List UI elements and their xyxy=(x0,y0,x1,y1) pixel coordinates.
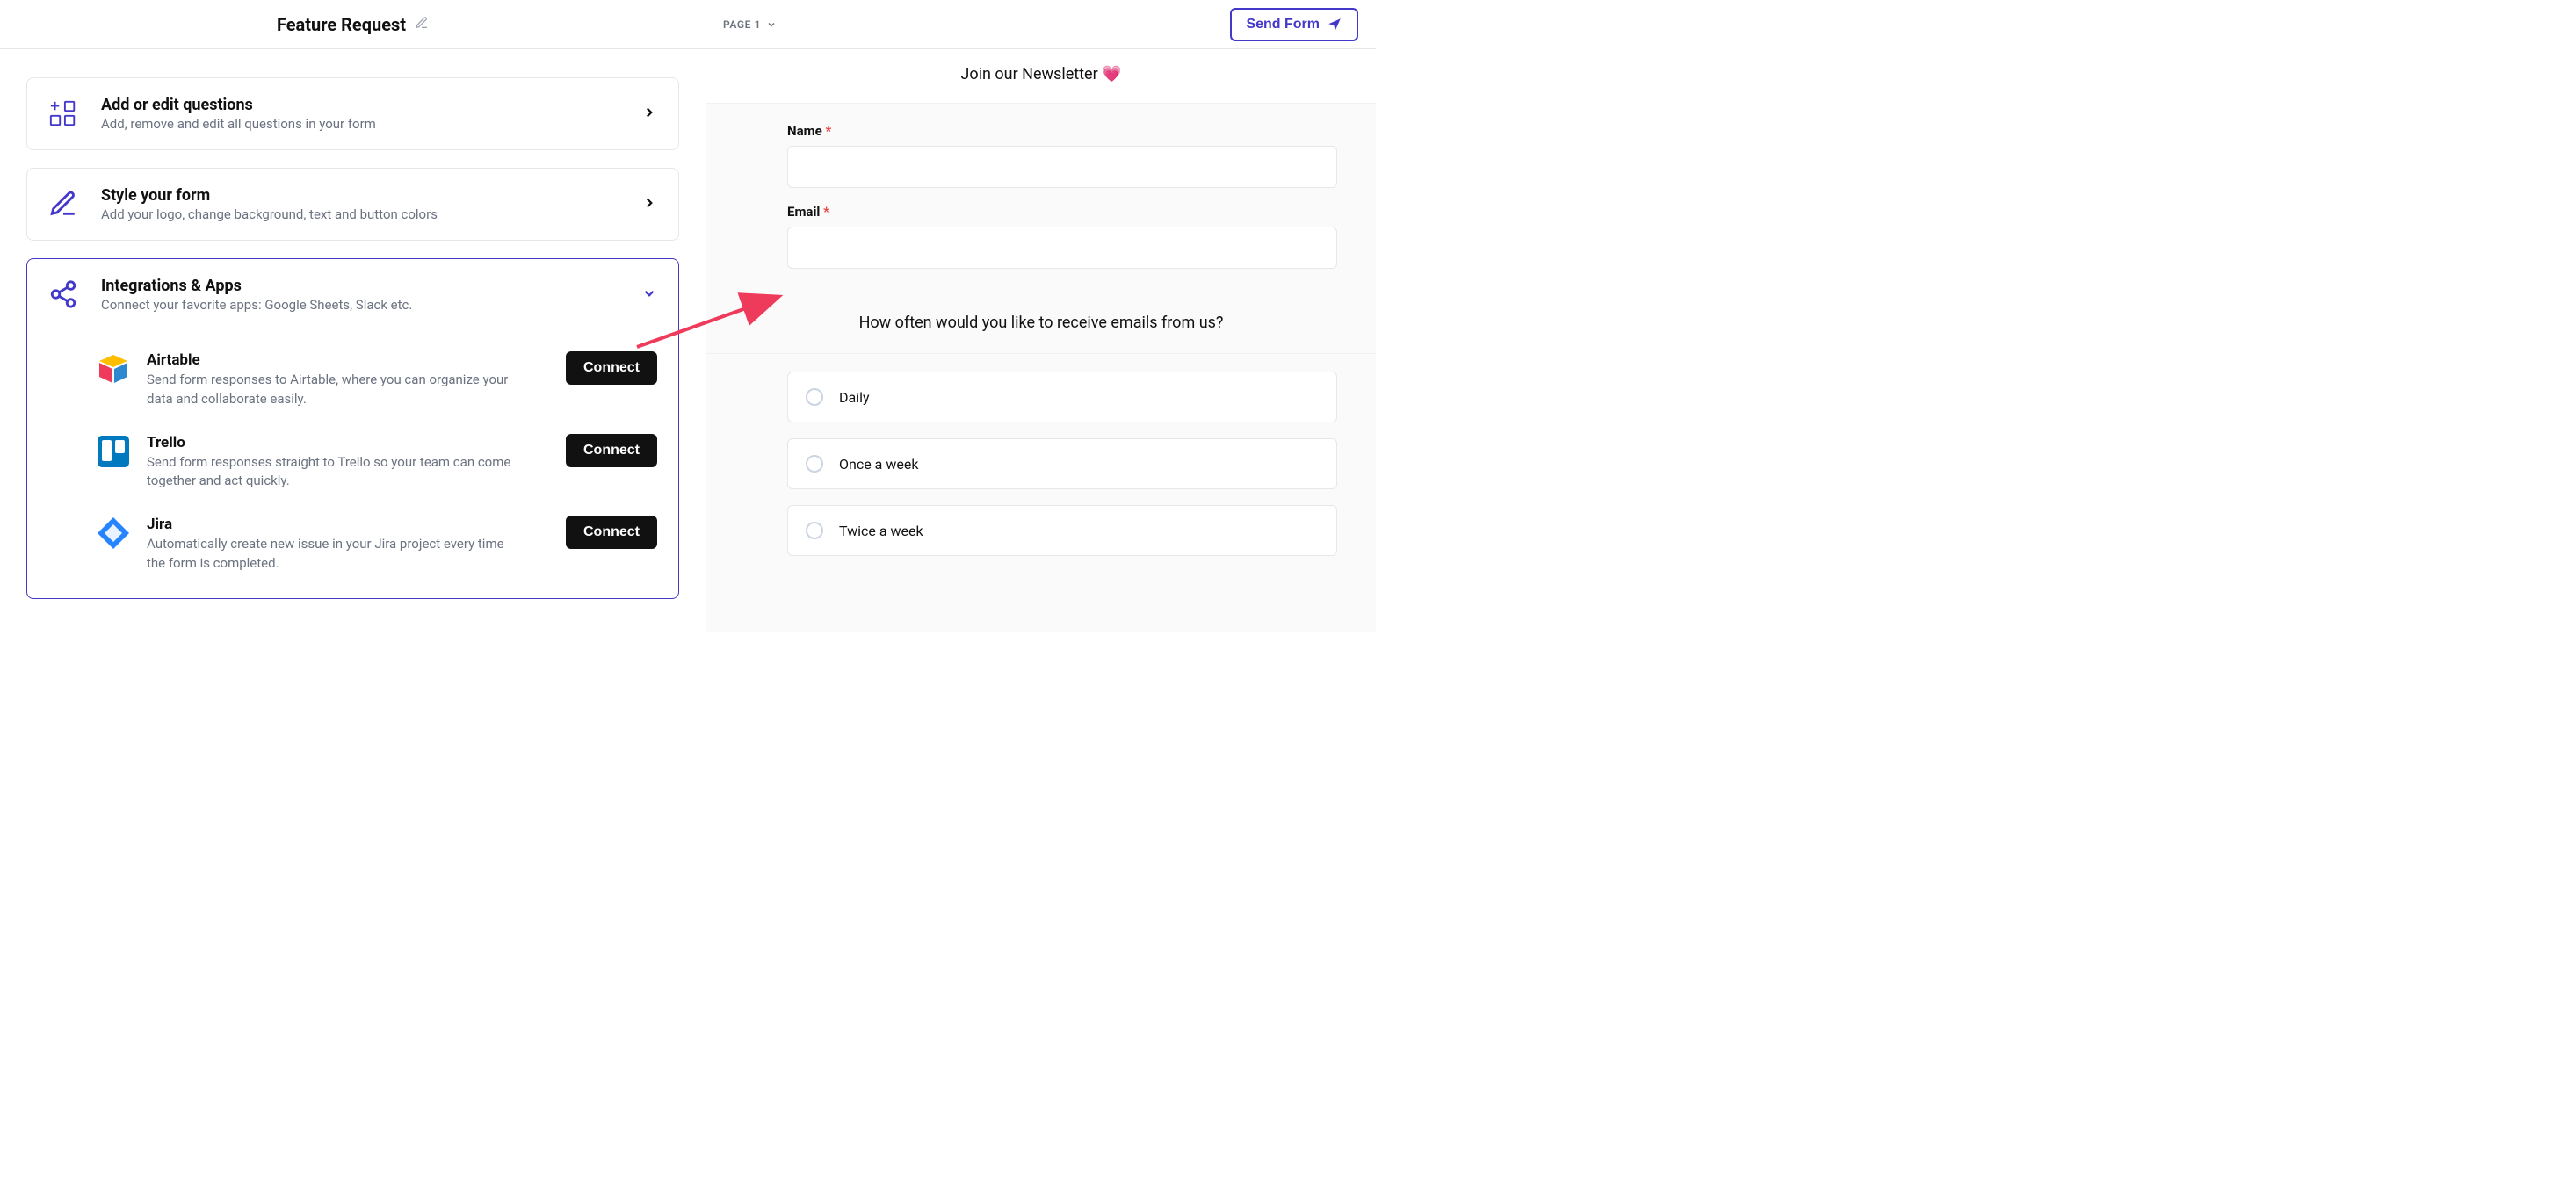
trello-icon xyxy=(96,434,131,469)
chevron-right-icon xyxy=(641,105,657,124)
preview-pane: Join our Newsletter 💗 Name * Email * How… xyxy=(706,49,1376,632)
form-heading: Join our Newsletter 💗 xyxy=(706,49,1376,104)
option-daily[interactable]: Daily xyxy=(787,372,1337,422)
integration-description: Send form responses straight to Trello s… xyxy=(147,453,525,492)
card-subtitle: Connect your favorite apps: Google Sheet… xyxy=(101,297,620,313)
edit-title-icon[interactable] xyxy=(415,16,429,33)
option-label: Twice a week xyxy=(839,523,923,539)
page-title[interactable]: Feature Request xyxy=(277,14,406,35)
integration-name: Airtable xyxy=(147,351,550,369)
style-form-icon xyxy=(48,189,80,220)
radio-icon xyxy=(806,388,823,406)
card-add-questions[interactable]: Add or edit questions Add, remove and ed… xyxy=(26,77,679,150)
email-label: Email * xyxy=(787,204,1337,220)
send-icon xyxy=(1327,17,1342,32)
radio-icon xyxy=(806,522,823,539)
integration-name: Trello xyxy=(147,434,550,451)
card-integrations: Integrations & Apps Connect your favorit… xyxy=(26,258,679,599)
editor-pane: Add or edit questions Add, remove and ed… xyxy=(0,49,706,632)
send-form-label: Send Form xyxy=(1246,17,1320,32)
radio-icon xyxy=(806,455,823,473)
card-title: Integrations & Apps xyxy=(101,277,620,295)
integration-name: Jira xyxy=(147,516,550,533)
chevron-down-icon xyxy=(641,285,657,305)
option-twice-a-week[interactable]: Twice a week xyxy=(787,505,1337,556)
chevron-down-icon xyxy=(766,19,777,30)
card-title: Style your form xyxy=(101,186,620,205)
connect-jira-button[interactable]: Connect xyxy=(566,516,657,549)
question-heading: How often would you like to receive emai… xyxy=(706,292,1376,354)
option-label: Daily xyxy=(839,389,870,406)
chevron-right-icon xyxy=(641,195,657,214)
card-integrations-header[interactable]: Integrations & Apps Connect your favorit… xyxy=(48,277,657,313)
connect-airtable-button[interactable]: Connect xyxy=(566,351,657,385)
integration-airtable: Airtable Send form responses to Airtable… xyxy=(96,351,657,409)
name-label: Name * xyxy=(787,123,1337,139)
integrations-icon xyxy=(48,279,80,311)
name-input[interactable] xyxy=(787,146,1337,188)
option-label: Once a week xyxy=(839,456,918,473)
connect-trello-button[interactable]: Connect xyxy=(566,434,657,467)
send-form-button[interactable]: Send Form xyxy=(1230,8,1358,41)
integration-trello: Trello Send form responses straight to T… xyxy=(96,434,657,492)
page-label: PAGE 1 xyxy=(723,18,761,31)
integration-jira: Jira Automatically create new issue in y… xyxy=(96,516,657,574)
email-input[interactable] xyxy=(787,227,1337,269)
add-questions-icon xyxy=(48,98,80,130)
airtable-icon xyxy=(96,351,131,386)
jira-icon xyxy=(96,516,131,551)
page-selector[interactable]: PAGE 1 xyxy=(723,18,777,31)
card-title: Add or edit questions xyxy=(101,96,620,114)
option-once-a-week[interactable]: Once a week xyxy=(787,438,1337,489)
card-style-form[interactable]: Style your form Add your logo, change ba… xyxy=(26,168,679,241)
card-subtitle: Add, remove and edit all questions in yo… xyxy=(101,116,620,132)
integration-description: Automatically create new issue in your J… xyxy=(147,535,525,574)
card-subtitle: Add your logo, change background, text a… xyxy=(101,206,620,222)
integration-description: Send form responses to Airtable, where y… xyxy=(147,371,525,409)
